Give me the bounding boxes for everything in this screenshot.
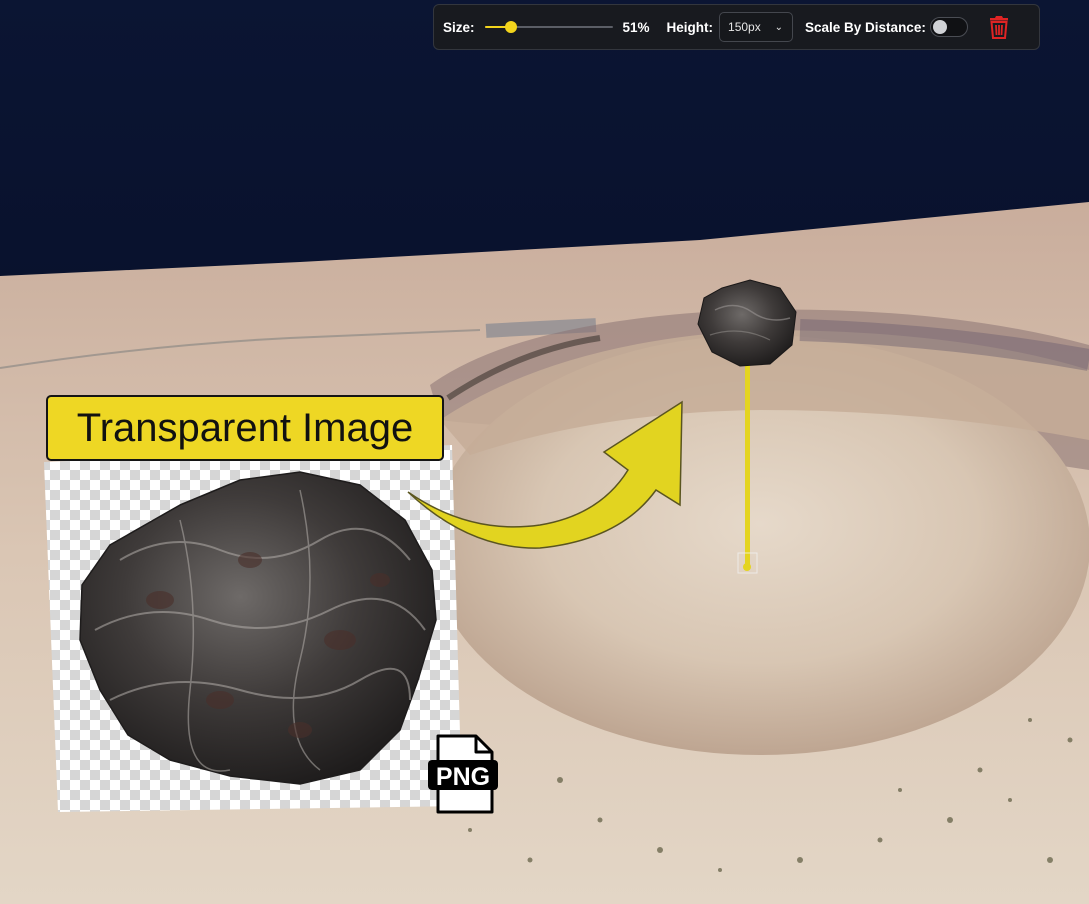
transparent-image-card: [44, 445, 462, 812]
size-value: 51%: [622, 19, 650, 35]
billboard-pole: [745, 365, 750, 568]
size-slider-thumb[interactable]: [505, 21, 518, 33]
billboard-toolbar: Size: 51% Height: 150px ⌄ Scale By Dista…: [433, 4, 1040, 50]
callout-title: Transparent Image: [76, 405, 414, 450]
png-file-icon: PNG: [428, 734, 498, 814]
height-select[interactable]: 150px ⌄: [719, 12, 794, 42]
height-select-value: 150px: [728, 20, 761, 34]
callout-title-box: Transparent Image: [46, 395, 444, 461]
ground-anchor[interactable]: [743, 563, 751, 571]
trash-icon[interactable]: [988, 15, 1010, 39]
toggle-knob: [932, 20, 947, 34]
chevron-down-icon: ⌄: [774, 21, 784, 33]
scale-by-distance-toggle[interactable]: [929, 17, 968, 37]
scale-by-distance-label: Scale By Distance:: [805, 19, 926, 35]
png-file-label: PNG: [436, 763, 490, 791]
height-label: Height:: [666, 19, 714, 35]
size-label: Size:: [443, 19, 475, 35]
size-slider[interactable]: [484, 17, 613, 37]
